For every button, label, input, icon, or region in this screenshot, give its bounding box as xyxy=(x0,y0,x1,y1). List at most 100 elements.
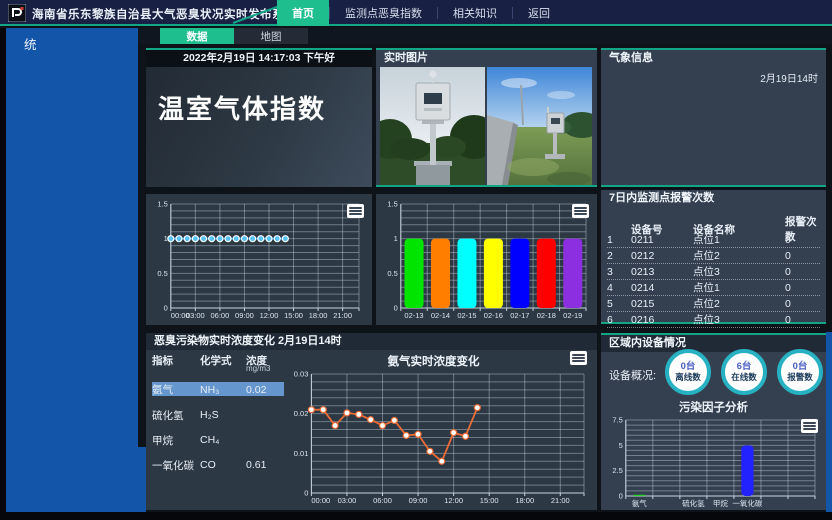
weather-panel-title: 气象信息 xyxy=(601,50,826,67)
alarm-count-badge: 0台 报警数 xyxy=(777,349,823,395)
svg-text:0.5: 0.5 xyxy=(387,269,397,278)
photo-strip xyxy=(380,67,592,185)
pollutant-row-ch4[interactable]: 甲烷CH₄ xyxy=(152,432,284,448)
online-count-badge: 6台 在线数 xyxy=(721,349,767,395)
photos-panel: 实时图片 xyxy=(376,48,597,187)
svg-text:1: 1 xyxy=(394,234,398,243)
nav-back[interactable]: 返回 xyxy=(513,0,565,26)
svg-text:0.02: 0.02 xyxy=(294,409,309,418)
svg-text:06:00: 06:00 xyxy=(211,311,230,320)
content-area: 2022年2月19日 14:17:03 下午好 温室气体指数 实时图片 xyxy=(138,44,832,512)
station-photo-left xyxy=(380,67,485,185)
hourly-index-chart-panel: 00:0003:0006:0009:0012:0015:0018:0021:00… xyxy=(146,194,372,325)
view-tabs: 数据 地图 xyxy=(138,28,832,44)
weather-timestamp: 2月19日14时 xyxy=(760,70,818,85)
unit-label: mg/m3 xyxy=(246,364,270,373)
svg-text:02-16: 02-16 xyxy=(484,311,503,320)
nav-odor-index[interactable]: 监测点恶臭指数 xyxy=(330,0,437,26)
page-headline: 温室气体指数 xyxy=(158,89,326,126)
table-row: 50215点位20 xyxy=(607,296,820,312)
main-nav: 首页 监测点恶臭指数 相关知识 返回 xyxy=(277,0,565,26)
nav-home[interactable]: 首页 xyxy=(277,0,329,26)
svg-text:15:00: 15:00 xyxy=(284,311,303,320)
table-row: 40214点位10 xyxy=(607,280,820,296)
station-photo-right xyxy=(487,67,592,185)
sidebar-extension xyxy=(138,447,146,512)
chart-toolbox-icon[interactable] xyxy=(572,204,589,218)
table-row: 30213点位30 xyxy=(607,264,820,280)
svg-text:0: 0 xyxy=(164,304,168,313)
svg-text:00:00: 00:00 xyxy=(311,496,330,505)
dashboard: 海南省乐东黎族自治县大气恶臭状况实时发布系 首页 监测点恶臭指数 相关知识 返回… xyxy=(0,0,832,520)
svg-text:21:00: 21:00 xyxy=(333,311,352,320)
svg-text:18:00: 18:00 xyxy=(309,311,328,320)
daily-index-chart: 02-1302-1402-1502-1602-1702-1802-1900.51… xyxy=(378,197,593,322)
devices-panel: 区域内设备情况 设备概况: 0台 离线数 6台 在线数 0台 报警数 污染因子分… xyxy=(601,333,826,510)
pollutants-panel-title: 恶臭污染物实时浓度变化 2月19日14时 xyxy=(146,333,597,350)
alarm-table-header: 设备号 设备名称 报警次数 xyxy=(607,214,820,232)
svg-text:0.5: 0.5 xyxy=(157,269,167,278)
svg-text:硫化氢: 硫化氢 xyxy=(682,498,705,508)
tab-map[interactable]: 地图 xyxy=(234,28,308,44)
offline-count-badge: 0台 离线数 xyxy=(665,349,711,395)
alarm-table: 设备号 设备名称 报警次数 10211点位10 20212点位20 30213点… xyxy=(607,214,820,328)
pollutant-table-header: 指标 化学式 浓度mg/m3 xyxy=(152,352,284,368)
pollutant-table: 指标 化学式 浓度mg/m3 氨气NH₃0.02 硫化氢H₂S 甲烷CH₄ 一氧… xyxy=(152,352,284,482)
pollutant-row-co[interactable]: 一氧化碳CO0.61 xyxy=(152,457,284,473)
svg-text:18:00: 18:00 xyxy=(515,496,534,505)
svg-text:15:00: 15:00 xyxy=(480,496,499,505)
greeting-panel: 2022年2月19日 14:17:03 下午好 温室气体指数 xyxy=(146,48,372,187)
svg-text:0.01: 0.01 xyxy=(294,449,309,458)
alarm-table-panel: 7日内监测点报警次数 设备号 设备名称 报警次数 10211点位10 20212… xyxy=(601,190,826,324)
svg-text:氨气: 氨气 xyxy=(632,498,647,508)
svg-text:09:00: 09:00 xyxy=(409,496,428,505)
greeting-body: 温室气体指数 xyxy=(146,67,372,187)
nav-knowledge[interactable]: 相关知识 xyxy=(438,0,512,26)
pollutant-row-nh3[interactable]: 氨气NH₃0.02 xyxy=(152,382,284,396)
alarm-table-title: 7日内监测点报警次数 xyxy=(601,190,826,207)
svg-text:02-13: 02-13 xyxy=(404,311,423,320)
svg-text:0: 0 xyxy=(394,304,398,313)
chart-toolbox-icon[interactable] xyxy=(801,419,818,433)
svg-text:02-15: 02-15 xyxy=(457,311,476,320)
app-title: 海南省乐东黎族自治县大气恶臭状况实时发布系 xyxy=(32,6,284,22)
svg-text:0: 0 xyxy=(304,489,308,498)
left-sidebar: 统 xyxy=(0,28,138,512)
table-row: 60216点位30 xyxy=(607,312,820,328)
table-row: 10211点位10 xyxy=(607,232,820,248)
svg-text:21:00: 21:00 xyxy=(551,496,570,505)
pollutant-row-h2s[interactable]: 硫化氢H₂S xyxy=(152,407,284,423)
title-wrap-text: 统 xyxy=(6,28,138,53)
bottom-edge-bar xyxy=(0,512,832,520)
pollutants-panel: 恶臭污染物实时浓度变化 2月19日14时 指标 化学式 浓度mg/m3 氨气NH… xyxy=(146,333,597,510)
svg-text:0: 0 xyxy=(619,492,623,501)
svg-text:1.5: 1.5 xyxy=(157,200,167,209)
svg-text:03:00: 03:00 xyxy=(186,311,205,320)
weather-panel: 气象信息 2月19日14时 xyxy=(601,48,826,187)
svg-text:02-19: 02-19 xyxy=(563,311,582,320)
svg-text:1.5: 1.5 xyxy=(387,200,397,209)
tab-data[interactable]: 数据 xyxy=(160,28,234,44)
svg-text:02-14: 02-14 xyxy=(431,311,450,320)
app-logo-icon xyxy=(8,4,26,22)
svg-text:2.5: 2.5 xyxy=(612,466,622,475)
datetime-bar: 2022年2月19日 14:17:03 下午好 xyxy=(146,50,372,67)
hourly-index-chart: 00:0003:0006:0009:0012:0015:0018:0021:00… xyxy=(148,197,366,322)
svg-text:02-17: 02-17 xyxy=(510,311,529,320)
pollution-analysis-chart: 氨气硫化氢甲烷一氧化碳02.557.5 xyxy=(603,413,822,510)
svg-text:03:00: 03:00 xyxy=(338,496,357,505)
device-overview-label: 设备概况: xyxy=(609,367,656,383)
table-row: 20212点位20 xyxy=(607,248,820,264)
top-header: 海南省乐东黎族自治县大气恶臭状况实时发布系 首页 监测点恶臭指数 相关知识 返回 xyxy=(0,0,832,26)
svg-text:06:00: 06:00 xyxy=(373,496,392,505)
device-stats: 0台 离线数 6台 在线数 0台 报警数 xyxy=(665,349,823,395)
svg-text:1: 1 xyxy=(164,234,168,243)
daily-index-chart-panel: 02-1302-1402-1502-1602-1702-1802-1900.51… xyxy=(376,194,597,325)
nh3-chart: 00:0003:0006:0009:0012:0015:0018:0021:00… xyxy=(284,367,591,507)
svg-text:09:00: 09:00 xyxy=(235,311,254,320)
chart-toolbox-icon[interactable] xyxy=(347,204,364,218)
right-edge-strip xyxy=(826,332,832,512)
svg-text:0.03: 0.03 xyxy=(294,370,309,379)
chart-toolbox-icon[interactable] xyxy=(570,351,587,365)
svg-text:12:00: 12:00 xyxy=(260,311,279,320)
